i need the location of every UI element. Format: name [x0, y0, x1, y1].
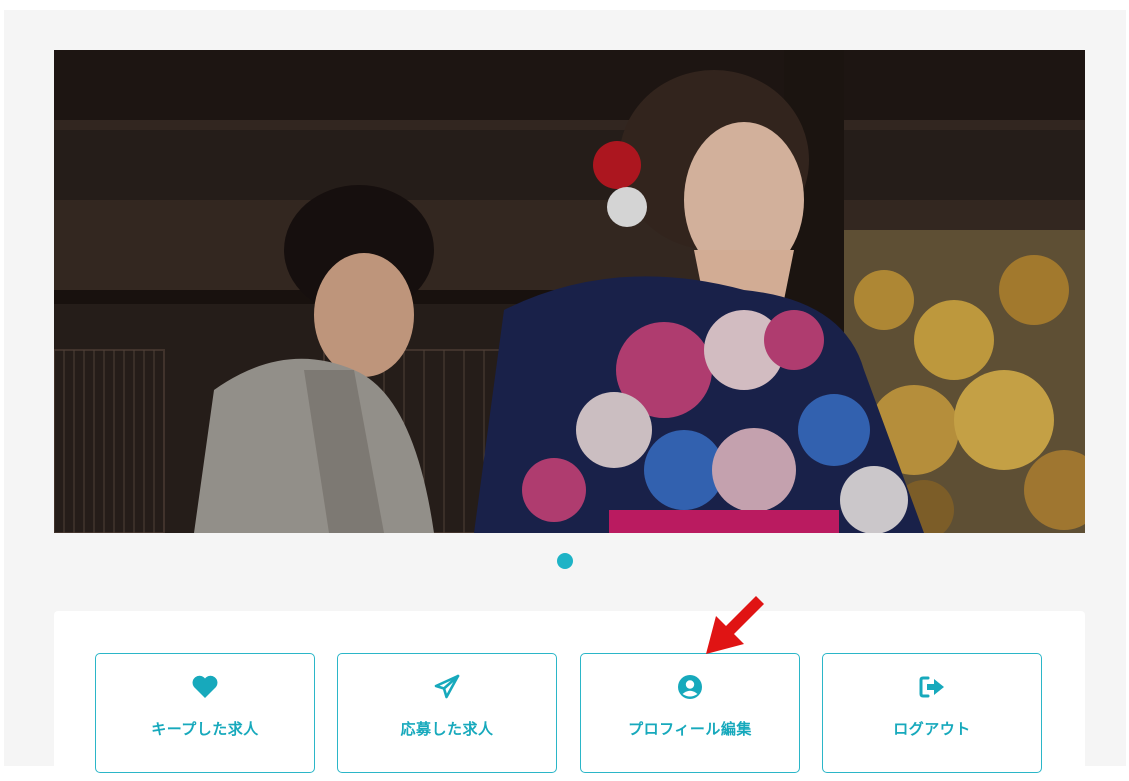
user-circle-icon	[581, 674, 799, 700]
edit-profile-button[interactable]: プロフィール編集	[580, 653, 800, 773]
kimono-photo	[54, 50, 1085, 533]
logout-label: ログアウト	[893, 720, 971, 738]
red-arrow-icon	[706, 596, 764, 654]
paper-plane-icon	[338, 674, 556, 700]
applied-jobs-button[interactable]: 応募した求人	[337, 653, 557, 773]
mypage-container: キープした求人 応募した求人 プロフィール編集 ログアウト	[4, 10, 1126, 781]
kept-jobs-label: キープした求人	[151, 720, 259, 738]
edit-profile-label: プロフィール編集	[628, 720, 752, 738]
carousel-dot-1[interactable]	[557, 553, 573, 569]
kept-jobs-button[interactable]: キープした求人	[95, 653, 315, 773]
mypage-menu-panel: キープした求人 応募した求人 プロフィール編集 ログアウト	[54, 611, 1085, 781]
logout-button[interactable]: ログアウト	[822, 653, 1042, 773]
sign-out-icon	[823, 674, 1041, 700]
heart-icon	[96, 674, 314, 700]
carousel-pagination	[4, 553, 1126, 571]
hero-carousel-image	[54, 50, 1085, 533]
applied-jobs-label: 応募した求人	[400, 720, 494, 738]
